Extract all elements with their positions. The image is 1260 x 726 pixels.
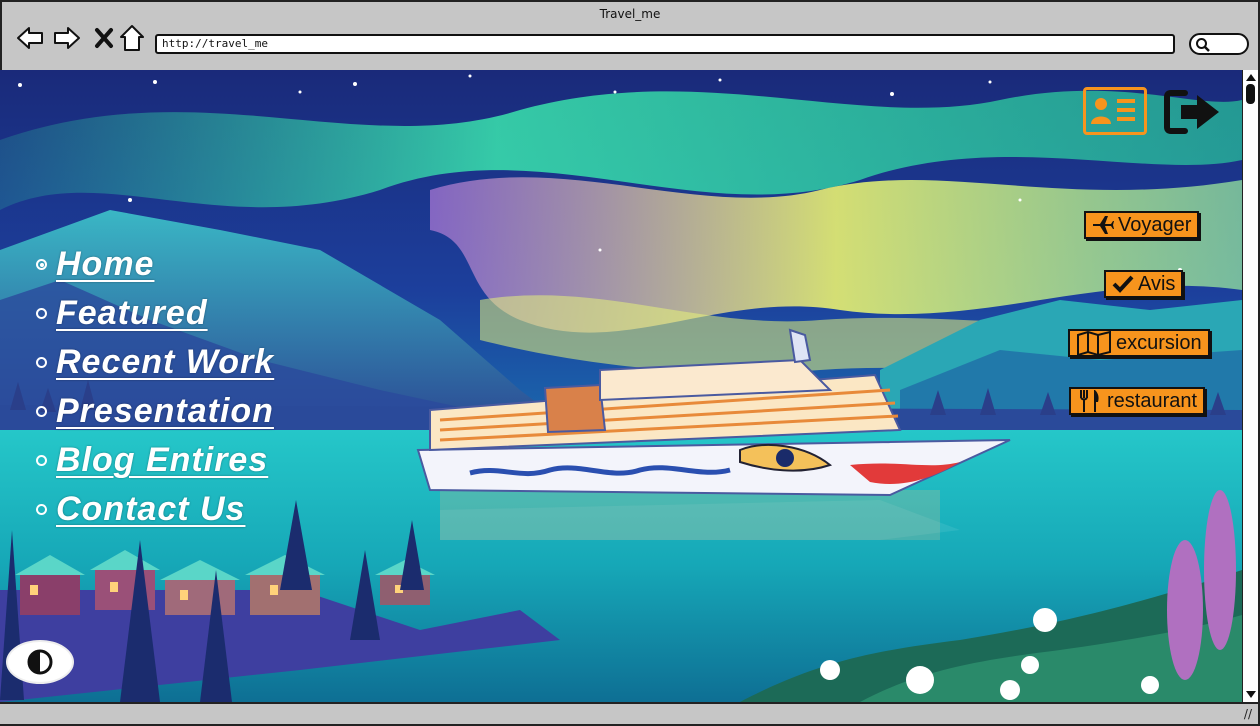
- avis-button[interactable]: Avis: [1104, 270, 1184, 298]
- home-button[interactable]: [118, 24, 146, 52]
- nav-item-featured[interactable]: Featured: [36, 289, 274, 338]
- resize-grip-icon[interactable]: //: [1244, 707, 1252, 721]
- nav-link-blog-entires[interactable]: Blog Entires: [56, 441, 268, 480]
- nav-link-contact-us[interactable]: Contact Us: [56, 490, 245, 529]
- checkmark-icon: [1112, 275, 1134, 293]
- nav-item-home[interactable]: Home: [36, 240, 274, 289]
- search-field[interactable]: [1189, 33, 1249, 55]
- radio-icon[interactable]: [36, 308, 47, 319]
- main-nav: Home Featured Recent Work Presentation B…: [36, 240, 274, 534]
- map-icon: [1077, 331, 1111, 355]
- radio-icon[interactable]: [36, 455, 47, 466]
- vertical-scrollbar[interactable]: [1242, 70, 1258, 702]
- avis-label: Avis: [1138, 272, 1176, 295]
- restaurant-button[interactable]: restaurant: [1069, 387, 1206, 415]
- nav-item-blog-entires[interactable]: Blog Entires: [36, 436, 274, 485]
- profile-button[interactable]: [1083, 87, 1147, 135]
- arrow-right-icon: [54, 27, 80, 49]
- excursion-label: excursion: [1116, 331, 1202, 354]
- scroll-down-icon[interactable]: [1246, 691, 1256, 698]
- home-icon: [120, 25, 144, 51]
- page-viewport: Home Featured Recent Work Presentation B…: [0, 70, 1242, 702]
- nav-link-recent-work[interactable]: Recent Work: [56, 343, 274, 382]
- stop-button[interactable]: [90, 24, 118, 52]
- voyager-label: Voyager: [1118, 213, 1192, 236]
- cutlery-icon: [1080, 390, 1099, 412]
- nav-link-home[interactable]: Home: [56, 245, 154, 284]
- nav-item-presentation[interactable]: Presentation: [36, 387, 274, 436]
- id-card-icon: [1091, 98, 1135, 124]
- voyager-button[interactable]: Voyager: [1084, 211, 1200, 239]
- scroll-thumb[interactable]: [1246, 84, 1255, 104]
- browser-titlebar: Travel_me http://travel_me: [2, 2, 1258, 72]
- nav-link-featured[interactable]: Featured: [56, 294, 208, 333]
- status-bar: //: [0, 702, 1258, 724]
- close-icon: [95, 28, 113, 48]
- address-bar[interactable]: http://travel_me: [155, 34, 1175, 54]
- nav-item-contact-us[interactable]: Contact Us: [36, 485, 274, 534]
- radio-icon[interactable]: [36, 406, 47, 417]
- window-title: Travel_me: [599, 7, 661, 21]
- radio-icon[interactable]: [36, 504, 47, 515]
- nav-item-recent-work[interactable]: Recent Work: [36, 338, 274, 387]
- contrast-toggle[interactable]: [6, 640, 74, 684]
- arrow-left-icon: [17, 27, 43, 49]
- plane-icon: [1093, 216, 1114, 234]
- back-button[interactable]: [16, 24, 44, 52]
- restaurant-label: restaurant: [1107, 389, 1198, 412]
- excursion-button[interactable]: excursion: [1068, 329, 1210, 357]
- logout-button[interactable]: [1163, 87, 1223, 137]
- search-icon: [1196, 38, 1210, 52]
- nav-link-presentation[interactable]: Presentation: [56, 392, 274, 431]
- radio-icon[interactable]: [36, 357, 47, 368]
- radio-selected-icon[interactable]: [36, 259, 47, 270]
- forward-button[interactable]: [53, 24, 81, 52]
- sign-out-icon: [1164, 90, 1219, 134]
- scroll-up-icon[interactable]: [1246, 74, 1256, 81]
- contrast-icon: [27, 649, 53, 675]
